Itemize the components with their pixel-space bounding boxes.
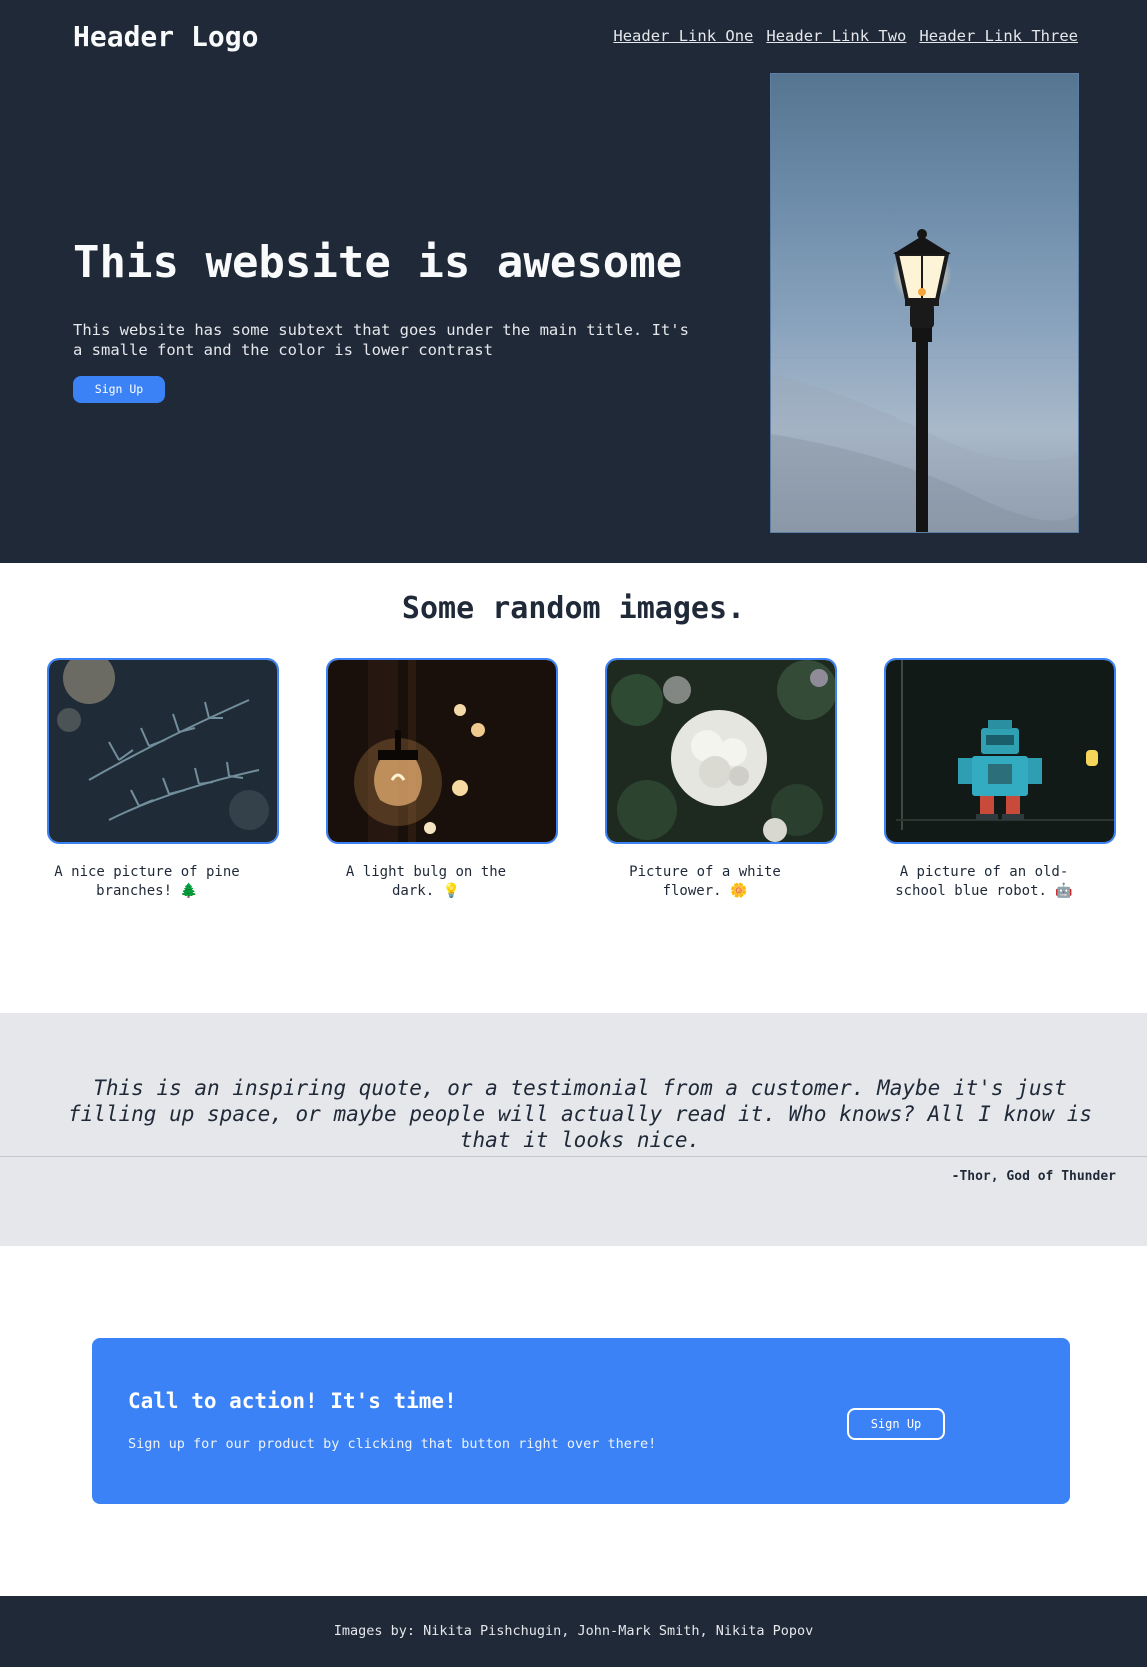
image-card-bulb: A light bulg on the dark. 💡 <box>326 658 558 901</box>
street-lamp-graphic <box>771 229 1078 532</box>
footer: Images by: Nikita Pishchugin, John-Mark … <box>0 1596 1147 1667</box>
divider <box>0 1156 1147 1157</box>
footer-credits: Images by: Nikita Pishchugin, John-Mark … <box>333 1623 814 1639</box>
testimonial-quote: This is an inspiring quote, or a testimo… <box>67 1076 1093 1152</box>
image-caption: A picture of an old-school blue robot. 🤖 <box>895 864 1073 899</box>
image-caption: Picture of a white flower. 🌼 <box>629 864 781 899</box>
images-section-title: Some random images. <box>401 591 746 626</box>
image-card-robot: A picture of an old-school blue robot. 🤖 <box>884 658 1116 901</box>
image-cards: A nice picture of pine branches! 🌲 A lig… <box>0 658 1147 958</box>
image-card-pine: A nice picture of pine branches! 🌲 <box>47 658 279 901</box>
hero-title: This website is awesome <box>73 237 683 288</box>
header-nav: Header Link One Header Link Two Header L… <box>613 27 1078 45</box>
header-link-one[interactable]: Header Link One <box>613 27 753 45</box>
light-bulb-image <box>326 658 558 844</box>
cta-sign-up-button[interactable]: Sign Up <box>847 1408 945 1440</box>
cta-title: Call to action! It's time! <box>128 1389 457 1413</box>
call-to-action-panel: Call to action! It's time! Sign up for o… <box>92 1338 1070 1504</box>
image-caption: A nice picture of pine branches! 🌲 <box>54 864 240 899</box>
street-lamp-image <box>770 73 1079 533</box>
testimonial-section: This is an inspiring quote, or a testimo… <box>0 1013 1147 1246</box>
cta-subtitle: Sign up for our product by clicking that… <box>128 1436 657 1452</box>
image-caption: A light bulg on the dark. 💡 <box>345 864 507 899</box>
hero-section: Header Logo Header Link One Header Link … <box>0 0 1147 563</box>
hero-text: This website is awesome This website has… <box>73 236 693 403</box>
white-flower-image <box>605 658 837 844</box>
pine-branches-image <box>47 658 279 844</box>
blue-robot-image <box>884 658 1116 844</box>
header-link-two[interactable]: Header Link Two <box>766 27 906 45</box>
testimonial-author: -Thor, God of Thunder <box>951 1169 1116 1184</box>
header-logo[interactable]: Header Logo <box>73 20 258 53</box>
images-section: Some random images. A nice picture of pi… <box>0 563 1147 958</box>
header-link-three[interactable]: Header Link Three <box>919 27 1078 45</box>
hero-sign-up-button[interactable]: Sign Up <box>73 376 165 403</box>
image-card-flower: Picture of a white flower. 🌼 <box>605 658 837 901</box>
hero-subtitle: This website has some subtext that goes … <box>73 321 689 359</box>
